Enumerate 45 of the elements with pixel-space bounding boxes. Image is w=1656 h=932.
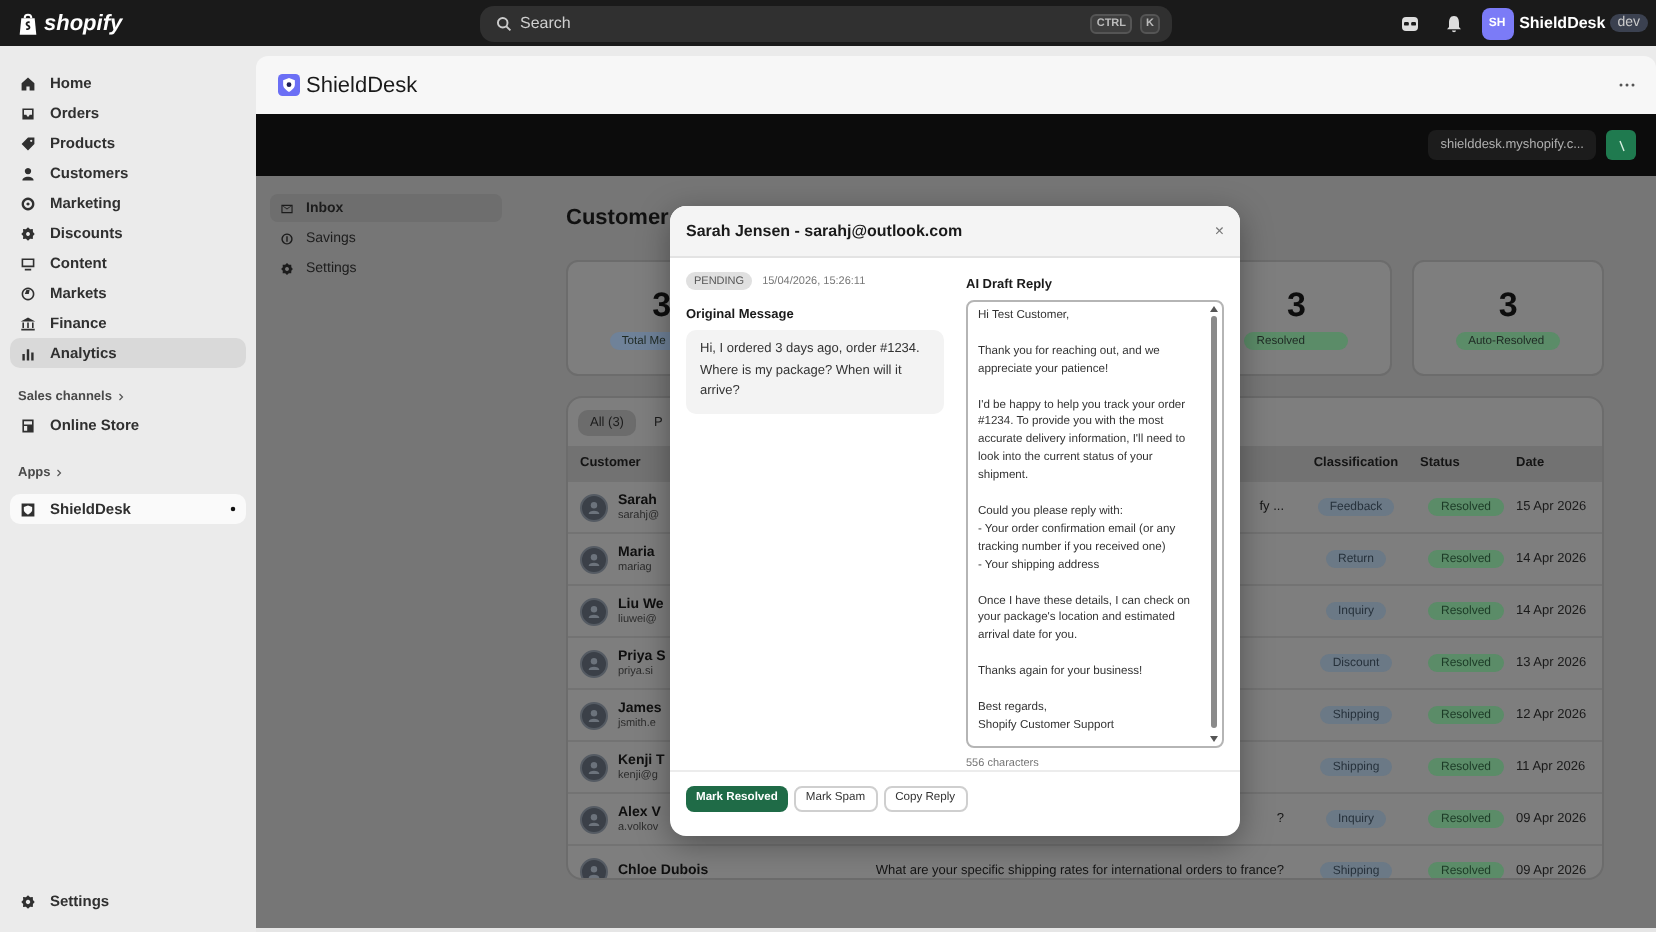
avatar-icon [580,753,608,781]
dot-icon [230,506,236,512]
target-icon [20,195,36,211]
more-icon[interactable] [1618,82,1636,88]
badge-icon [20,225,36,241]
avatar-icon [580,545,608,573]
avatar-icon [580,857,608,878]
gear-icon [280,261,294,275]
monitor-icon [20,255,36,271]
globe-icon [20,285,36,301]
person-icon [20,165,36,181]
page-heading: Customer [566,204,669,234]
avatar-icon [580,701,608,729]
search-icon [496,15,512,31]
tray-icon [20,105,36,121]
stat-value: 3 [652,286,672,326]
action-button[interactable] [1606,130,1636,160]
gear-icon [20,893,36,909]
shopping-bag-icon [18,11,38,35]
envelope-icon [280,201,294,215]
avatar-icon [580,805,608,833]
bar-chart-icon [20,345,36,361]
store-icon [20,417,36,433]
dialog-title: Sarah Jensen - sarahj@outlook.com [686,222,963,240]
close-button[interactable]: × [1214,222,1224,240]
tag-icon [20,135,36,151]
mask-icon[interactable] [1399,13,1420,33]
home-icon [20,75,36,91]
app-title: ShieldDesk [306,73,418,97]
avatar-icon [580,649,608,677]
slash-icon [1617,139,1625,151]
avatar-icon [580,493,608,521]
store-name[interactable]: ShieldDesk [1519,14,1606,32]
stat-value: 3 [1498,286,1518,326]
stat-value: 3 [1287,286,1307,326]
shield-icon [20,501,36,517]
chevron-right-icon[interactable] [117,391,124,401]
shopify-logo[interactable]: shopify [44,11,123,35]
search-placeholder: Search [520,14,573,32]
bell-icon[interactable] [1443,13,1464,33]
chevron-right-icon[interactable] [56,467,63,477]
coin-icon [280,231,294,245]
avatar-icon [580,597,608,625]
bank-icon [20,315,36,331]
shield-logo-icon [278,74,300,96]
